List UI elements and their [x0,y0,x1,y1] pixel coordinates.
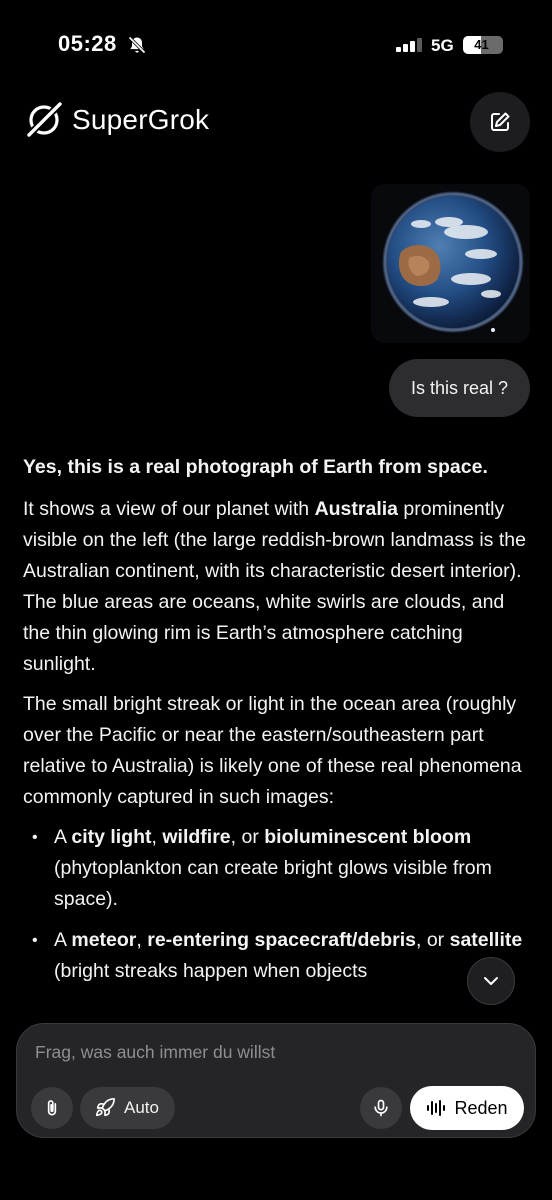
list-item: A meteor, re-entering spacecraft/debris,… [23,925,533,987]
earth-photo-icon [371,184,530,343]
status-time: 05:28 [58,31,117,56]
paperclip-icon [47,1100,57,1116]
user-message-bubble: Is this real ? [388,359,530,417]
chevron-down-icon [484,977,498,985]
grok-logo-icon [26,101,63,138]
message-composer: Auto Reden [16,1023,536,1138]
mic-icon [374,1099,388,1117]
app-brand: SuperGrok [24,98,209,142]
waveform-icon [427,1100,446,1116]
mode-selector-button[interactable]: Auto [80,1087,175,1129]
response-bullet-list: A city light, wildfire, or bioluminescen… [23,822,533,987]
user-image-attachment[interactable] [371,184,530,343]
signal-icon [396,38,422,52]
bell-off-icon [128,36,146,54]
response-paragraph-1: It shows a view of our planet with Austr… [23,498,526,675]
battery-icon: 41 [463,36,503,54]
new-chat-button[interactable] [470,92,530,152]
response-paragraph-2: The small bright streak or light in the … [23,693,522,808]
talk-label: Reden [454,1097,508,1118]
assistant-response: Yes, this is a real photograph of Earth … [23,452,533,997]
attach-button[interactable] [31,1087,73,1129]
app-name: SuperGrok [72,104,210,135]
network-type: 5G [431,36,454,55]
voice-talk-button[interactable]: Reden [410,1086,524,1130]
microphone-button[interactable] [360,1087,402,1129]
scroll-down-button[interactable] [467,957,515,1005]
status-bar: 05:28 5G 41 [0,0,552,90]
list-item: A city light, wildfire, or bioluminescen… [23,822,533,915]
rocket-icon [95,1098,115,1117]
response-lead: Yes, this is a real photograph of Earth … [23,456,488,478]
edit-icon [491,112,510,131]
message-input[interactable] [35,1038,515,1066]
mode-label: Auto [124,1098,159,1117]
battery-percent: 41 [474,37,489,52]
